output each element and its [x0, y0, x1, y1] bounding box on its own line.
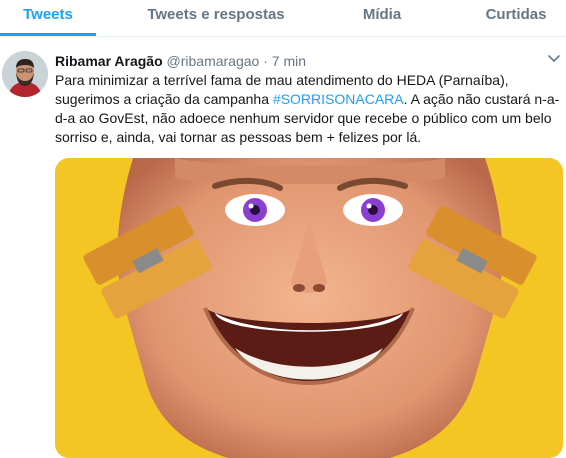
- smiling-face-with-clothespins-image: [55, 158, 563, 458]
- author-handle[interactable]: @ribamaragao: [167, 53, 260, 69]
- avatar[interactable]: [2, 51, 48, 97]
- tab-tweets-and-replies[interactable]: Tweets e respostas: [132, 0, 300, 36]
- chevron-down-icon[interactable]: [546, 50, 562, 66]
- tweet-header: Ribamar Aragão @ribamaragao · 7 min: [55, 52, 306, 70]
- tab-likes[interactable]: Curtidas: [466, 0, 566, 36]
- tab-media[interactable]: Mídia: [343, 0, 421, 36]
- tweet-timestamp[interactable]: 7 min: [272, 53, 306, 69]
- tweet-text: Para minimizar a terrível fama de mau at…: [55, 71, 563, 147]
- header-separator: ·: [263, 53, 268, 69]
- tab-tweets[interactable]: Tweets: [0, 0, 96, 36]
- avatar-photo: [2, 51, 48, 97]
- profile-tabs: Tweets Tweets e respostas Mídia Curtidas: [0, 0, 566, 37]
- author-name[interactable]: Ribamar Aragão: [55, 53, 163, 69]
- hashtag-link[interactable]: #SORRISONACARA: [273, 91, 404, 107]
- tweet-image[interactable]: [55, 158, 563, 458]
